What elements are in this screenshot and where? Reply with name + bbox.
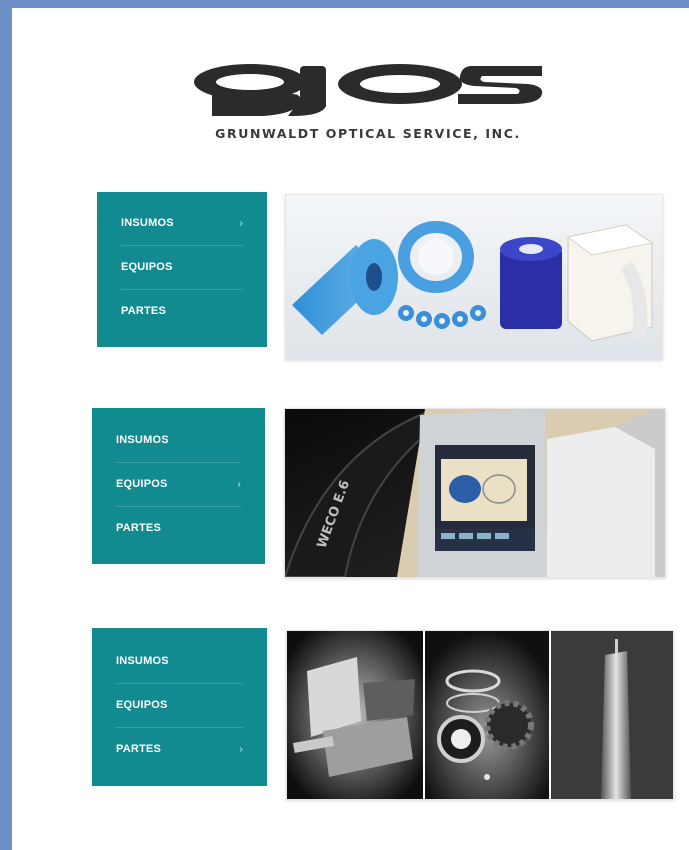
supplies-tape-rolls-photo[interactable] <box>285 194 663 360</box>
menu-item-label: INSUMOS <box>116 434 169 446</box>
company-logo[interactable]: GRUNWALDT OPTICAL SERVICE, INC. <box>184 60 552 150</box>
menu-item-label: PARTES <box>121 305 167 317</box>
menu-item-label: EQUIPOS <box>121 261 173 273</box>
menu-item-equipos[interactable]: EQUIPOS › <box>116 463 241 507</box>
menu-item-label: INSUMOS <box>116 655 169 667</box>
company-tagline: GRUNWALDT OPTICAL SERVICE, INC. <box>215 126 521 141</box>
machine-parts-collage-photo[interactable] <box>286 630 674 800</box>
menu-item-equipos[interactable]: EQUIPOS <box>116 684 243 728</box>
category-menu-2: INSUMOS EQUIPOS › PARTES <box>92 408 265 564</box>
gjos-logo-mark <box>194 64 543 116</box>
menu-item-partes[interactable]: PARTES › <box>116 728 243 771</box>
menu-item-equipos[interactable]: EQUIPOS <box>121 246 243 290</box>
chevron-right-icon: › <box>237 479 241 490</box>
menu-item-partes[interactable]: PARTES <box>116 507 241 550</box>
menu-item-label: PARTES <box>116 743 162 755</box>
menu-item-label: PARTES <box>116 522 162 534</box>
chevron-right-icon: › <box>239 218 243 229</box>
page: GRUNWALDT OPTICAL SERVICE, INC. INSUMOS … <box>12 8 689 850</box>
chevron-right-icon: › <box>239 744 243 755</box>
menu-item-insumos[interactable]: INSUMOS <box>116 419 241 463</box>
menu-item-label: INSUMOS <box>121 217 174 229</box>
menu-item-partes[interactable]: PARTES <box>121 290 243 333</box>
menu-item-label: EQUIPOS <box>116 699 168 711</box>
menu-item-insumos[interactable]: INSUMOS <box>116 640 243 684</box>
menu-item-label: EQUIPOS <box>116 478 168 490</box>
weco-edger-machine-photo[interactable]: WECO E.6 <box>284 408 666 578</box>
menu-item-insumos[interactable]: INSUMOS › <box>121 202 243 246</box>
category-menu-1: INSUMOS › EQUIPOS PARTES <box>97 192 267 347</box>
category-menu-3: INSUMOS EQUIPOS PARTES › <box>92 628 267 786</box>
